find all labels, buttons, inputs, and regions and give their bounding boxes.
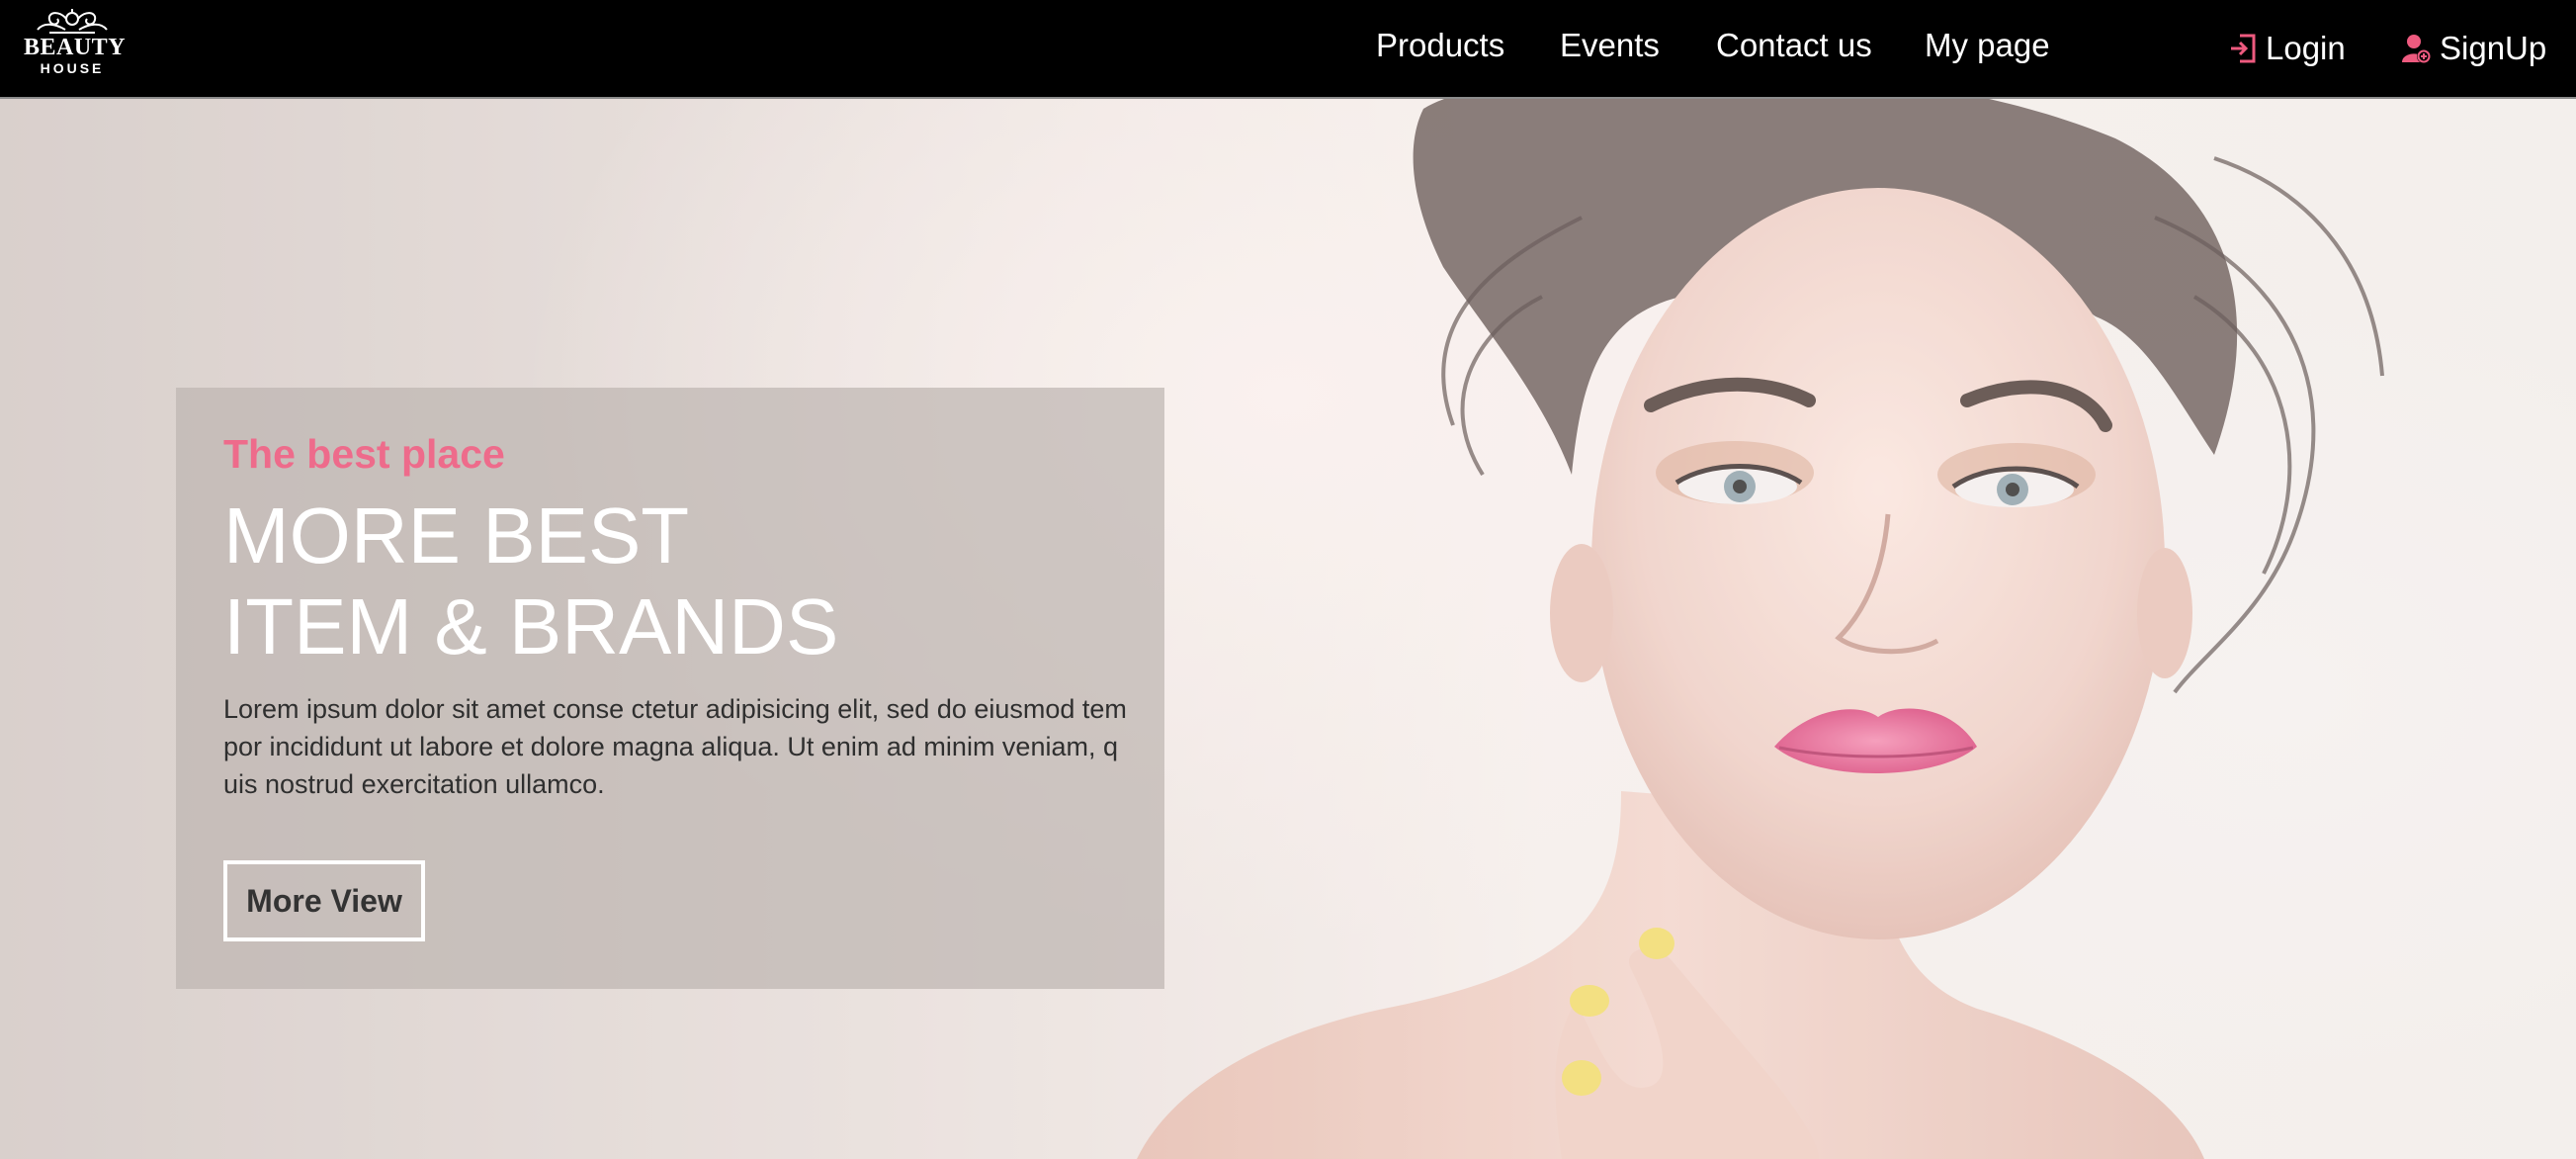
- hero-title-line-2: ITEM & BRANDS: [223, 582, 839, 670]
- more-view-button[interactable]: More View: [223, 860, 425, 941]
- nav-link-contact[interactable]: Contact us: [1716, 27, 1872, 64]
- top-navbar: BEAUTY HOUSE Products Events Contact us …: [0, 0, 2576, 99]
- hero-promo-card: The best place MORE BEST ITEM & BRANDS L…: [176, 388, 1164, 989]
- signup-link[interactable]: SignUp: [2402, 0, 2546, 97]
- nav-link-my-page[interactable]: My page: [1925, 27, 2050, 64]
- add-user-icon: [2402, 33, 2432, 64]
- hero-description: Lorem ipsum dolor sit amet conse ctetur …: [223, 694, 1127, 799]
- hero-banner: The best place MORE BEST ITEM & BRANDS L…: [0, 99, 2576, 1159]
- hero-title-line-1: MORE BEST: [223, 491, 690, 580]
- hero-kicker: The best place: [223, 431, 505, 477]
- signup-label: SignUp: [2440, 30, 2547, 66]
- logo-text-secondary: HOUSE: [40, 60, 105, 76]
- hero-title: MORE BEST ITEM & BRANDS: [223, 490, 838, 672]
- nav-link-products[interactable]: Products: [1376, 27, 1504, 64]
- logo-text-primary: BEAUTY: [24, 35, 127, 60]
- login-label: Login: [2266, 30, 2346, 66]
- nav-link-events[interactable]: Events: [1560, 27, 1660, 64]
- crown-ornament-icon: [37, 9, 108, 34]
- login-icon: [2228, 33, 2258, 64]
- brand-logo[interactable]: BEAUTY HOUSE: [24, 6, 127, 89]
- login-link[interactable]: Login: [2228, 0, 2346, 97]
